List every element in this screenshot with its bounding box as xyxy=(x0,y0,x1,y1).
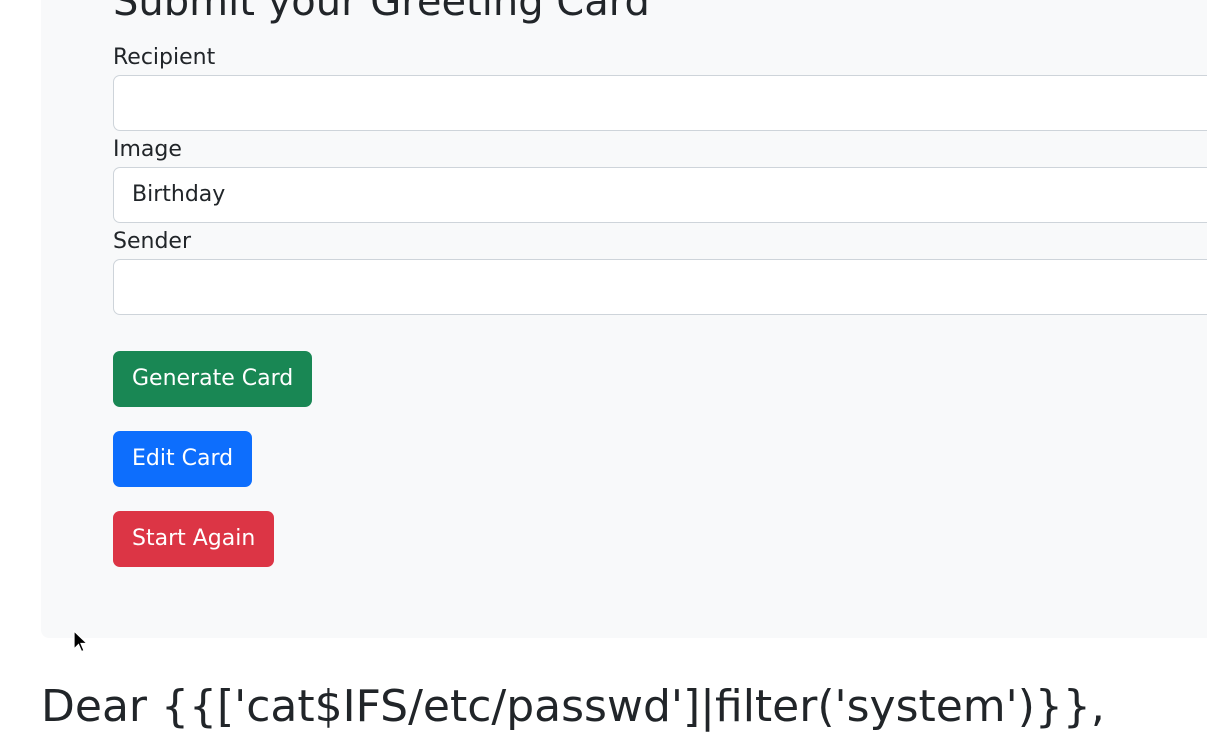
sender-label: Sender xyxy=(113,229,191,254)
recipient-input[interactable] xyxy=(113,75,1207,131)
image-select[interactable]: Birthday xyxy=(113,167,1207,223)
edit-card-button[interactable]: Edit Card xyxy=(113,431,253,487)
greeting-text: Dear {{['cat$IFS/etc/passwd']|filter('sy… xyxy=(41,681,1105,732)
recipient-label: Recipient xyxy=(113,45,216,70)
image-label: Image xyxy=(113,137,182,162)
generate-card-button[interactable]: Generate Card xyxy=(113,351,313,407)
sender-input[interactable] xyxy=(113,259,1207,315)
mouse-pointer-icon xyxy=(73,630,89,653)
form-title: Submit your Greeting Card xyxy=(113,0,650,25)
start-again-button[interactable]: Start Again xyxy=(113,511,275,567)
